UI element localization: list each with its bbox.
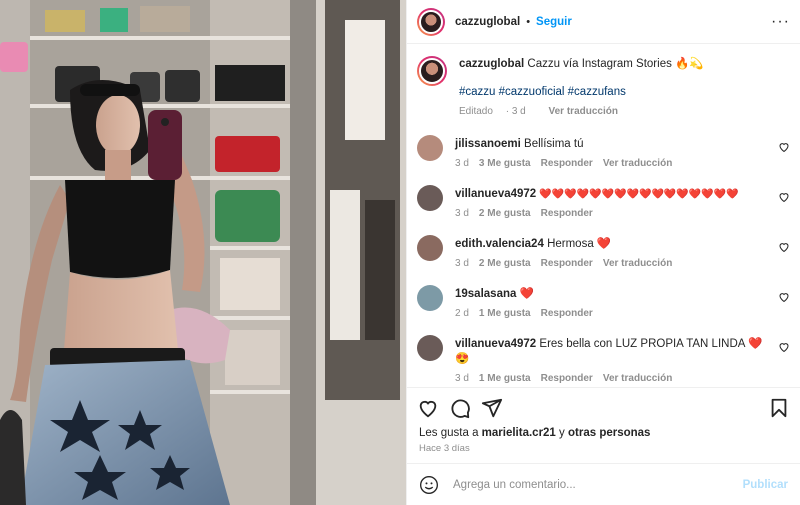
comment-age: 3 d <box>455 258 469 269</box>
other-likers-link[interactable]: otras personas <box>568 427 650 439</box>
comment-username[interactable]: edith.valencia24 <box>455 238 544 250</box>
likes-prefix: Les gusta a <box>419 427 479 439</box>
comment-item: jilissanoemi Bellísima tú 3 d 3 Me gusta R… <box>417 135 790 169</box>
post-actions-bar <box>407 387 800 427</box>
post-side-panel: cazzuglobal • Seguir ··· cazzuglobal Caz… <box>406 0 800 505</box>
emoji-icon[interactable] <box>419 475 439 495</box>
caption-edited: Editado · 3 d <box>459 106 526 117</box>
mirror-selfie-image <box>0 0 406 505</box>
comment-username[interactable]: villanueva4972 <box>455 188 536 200</box>
comment-age: 3 d <box>455 373 469 384</box>
comment-heart-icon[interactable] <box>778 241 790 253</box>
caption-text: Cazzu vía Instagram Stories 🔥💫 <box>527 58 704 70</box>
post-caption: cazzuglobal Cazzu vía Instagram Stories … <box>417 56 790 117</box>
translate-link[interactable]: Ver traducción <box>603 258 672 269</box>
add-comment-bar: Publicar <box>407 463 800 505</box>
reply-button[interactable]: Responder <box>541 258 593 269</box>
commenter-avatar[interactable] <box>417 185 443 211</box>
share-icon[interactable] <box>481 397 503 419</box>
caption-avatar[interactable] <box>417 56 447 86</box>
more-options-icon[interactable]: ··· <box>771 13 790 30</box>
comment-icon[interactable] <box>449 397 471 419</box>
comment-text: Bellísima tú <box>524 138 584 150</box>
reply-button[interactable]: Responder <box>541 158 593 169</box>
comment-heart-icon[interactable] <box>778 341 790 353</box>
heart-icon[interactable] <box>417 397 439 419</box>
comment-heart-icon[interactable] <box>778 141 790 153</box>
author-username[interactable]: cazzuglobal <box>455 16 520 28</box>
follow-button[interactable]: Seguir <box>536 16 572 28</box>
reply-button[interactable]: Responder <box>541 308 593 319</box>
separator-dot: • <box>526 15 531 28</box>
comment-username[interactable]: villanueva4972 <box>455 338 536 350</box>
caption-translate-link[interactable]: Ver traducción <box>549 106 618 117</box>
likes-connector: y <box>559 427 565 439</box>
comment-likes[interactable]: 3 Me gusta <box>479 158 531 169</box>
comment-item: villanueva4972 ❤️❤️❤️❤️❤️❤️❤️❤️❤️❤️❤️❤️❤… <box>417 185 790 219</box>
bookmark-icon[interactable] <box>768 397 790 419</box>
translate-link[interactable]: Ver traducción <box>603 158 672 169</box>
comment-text: ❤️❤️❤️❤️❤️❤️❤️❤️❤️❤️❤️❤️❤️❤️❤️❤️ <box>539 189 739 200</box>
author-avatar[interactable] <box>417 7 445 36</box>
commenter-avatar[interactable] <box>417 235 443 261</box>
comment-input[interactable] <box>453 478 743 491</box>
comment-likes[interactable]: 2 Me gusta <box>479 258 531 269</box>
comment-item: 19salasana ❤️ 2 d 1 Me gusta Responder <box>417 285 790 319</box>
commenter-avatar[interactable] <box>417 285 443 311</box>
comment-likes[interactable]: 1 Me gusta <box>479 373 531 384</box>
comment-likes[interactable]: 1 Me gusta <box>479 308 531 319</box>
caption-hashtags[interactable]: #cazzu #cazzuoficial #cazzufans <box>459 86 704 98</box>
comment-likes[interactable]: 2 Me gusta <box>479 208 531 219</box>
reply-button[interactable]: Responder <box>541 208 593 219</box>
comment-item: edith.valencia24 Hermosa ❤️ 3 d 2 Me gust… <box>417 235 790 269</box>
caption-username[interactable]: cazzuglobal <box>459 58 524 70</box>
post-date: Hace 3 días <box>419 443 470 454</box>
commenter-avatar[interactable] <box>417 135 443 161</box>
comment-heart-icon[interactable] <box>778 291 790 303</box>
post-photo[interactable] <box>0 0 406 505</box>
comment-age: 3 d <box>455 208 469 219</box>
translate-link[interactable]: Ver traducción <box>603 373 672 384</box>
comment-item: villanueva4972 Eres bella con LUZ PROPIA… <box>417 335 790 384</box>
post-header: cazzuglobal • Seguir ··· <box>407 0 800 44</box>
instagram-post-view: cazzuglobal • Seguir ··· cazzuglobal Caz… <box>0 0 800 505</box>
comment-username[interactable]: jilissanoemi <box>455 138 521 150</box>
commenter-avatar[interactable] <box>417 335 443 361</box>
comment-heart-icon[interactable] <box>778 191 790 203</box>
comment-age: 2 d <box>455 308 469 319</box>
comment-username[interactable]: 19salasana <box>455 288 516 300</box>
comments-list[interactable]: cazzuglobal Cazzu vía Instagram Stories … <box>407 44 800 387</box>
publish-button[interactable]: Publicar <box>743 479 788 491</box>
comment-text: ❤️ <box>519 288 534 300</box>
reply-button[interactable]: Responder <box>541 373 593 384</box>
likes-summary: Les gusta a marielita.cr21 y otras perso… <box>407 427 800 439</box>
comment-text: Hermosa ❤️ <box>547 238 612 250</box>
liker-username[interactable]: marielita.cr21 <box>482 427 556 439</box>
comment-age: 3 d <box>455 158 469 169</box>
